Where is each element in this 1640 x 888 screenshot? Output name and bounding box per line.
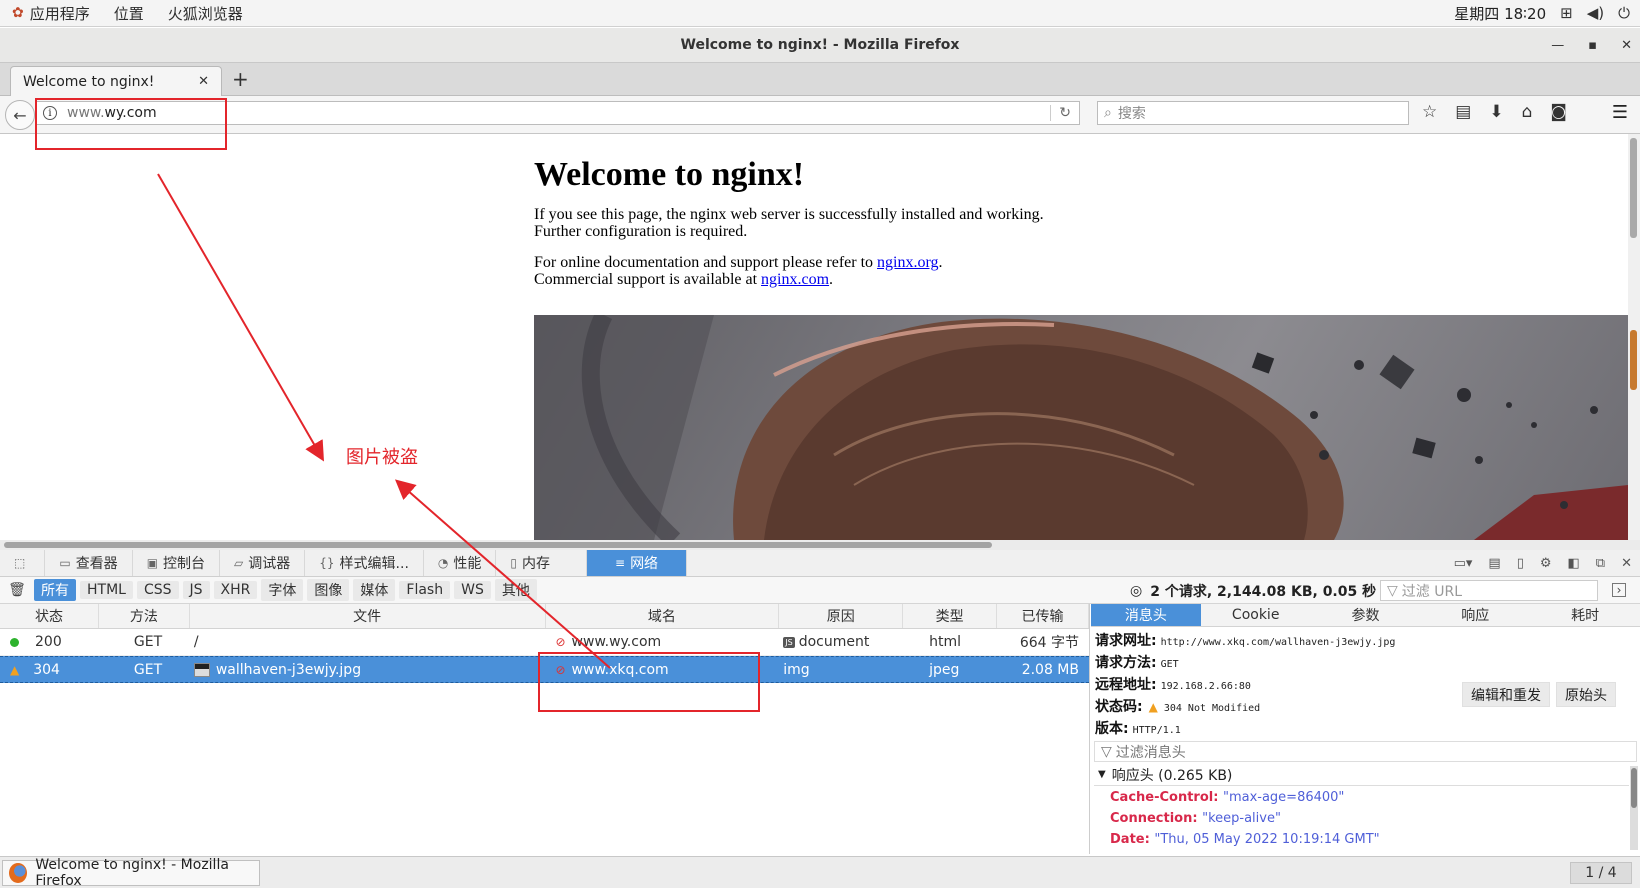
workspace-pager[interactable]: 1 / 4 [1570,862,1632,884]
annotation-arrows [157,173,611,669]
annotation-label: 图片被盗 [346,447,418,468]
annotation-arrow-down [157,173,325,462]
firefox-icon [9,863,28,883]
taskbar: Welcome to nginx! - Mozilla Firefox 1 / … [0,856,1640,888]
taskbar-firefox-item[interactable]: Welcome to nginx! - Mozilla Firefox [2,857,260,888]
annotation-arrow-up [394,479,611,669]
taskbar-item-label: Welcome to nginx! - Mozilla Firefox [35,857,229,888]
